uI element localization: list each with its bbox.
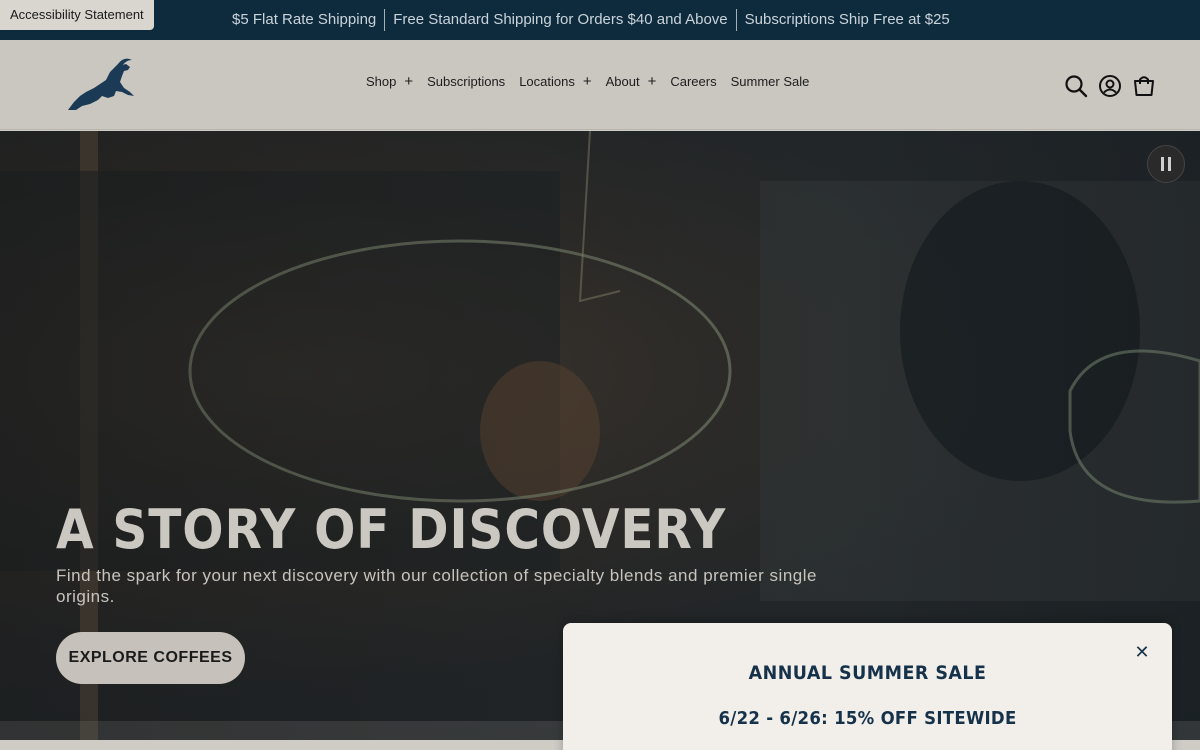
announcement-items: $5 Flat Rate Shipping Free Standard Ship… — [224, 9, 958, 31]
hero-subtitle: Find the spark for your next discovery w… — [56, 566, 817, 606]
announcement-item: Free Standard Shipping for Orders $40 an… — [393, 11, 728, 28]
site-header: Shop + Subscriptions Locations + About +… — [0, 40, 1200, 130]
plus-icon: + — [582, 73, 592, 90]
nav-locations[interactable]: Locations + — [519, 74, 591, 89]
nav-careers[interactable]: Careers — [670, 74, 716, 89]
nav-shop[interactable]: Shop + — [366, 74, 413, 89]
main-nav: Shop + Subscriptions Locations + About +… — [366, 74, 823, 89]
popup-subtitle: 6/22 - 6/26: 15% OFF SITEWIDE — [718, 708, 1017, 729]
header-actions — [1064, 74, 1156, 98]
cart-icon[interactable] — [1132, 74, 1156, 98]
nav-about-label: About — [605, 74, 640, 89]
accessibility-statement-link[interactable]: Accessibility Statement — [0, 0, 154, 30]
summer-sale-popup: ✕ ANNUAL SUMMER SALE 6/22 - 6/26: 15% OF… — [563, 623, 1172, 750]
hero-title: A STORY OF DISCOVERY — [56, 498, 727, 561]
nav-summer-sale[interactable]: Summer Sale — [731, 74, 810, 89]
search-icon[interactable] — [1064, 74, 1088, 98]
nav-locations-label: Locations — [519, 74, 575, 89]
announcement-bar: Accessibility Statement $5 Flat Rate Shi… — [0, 0, 1200, 40]
pause-button[interactable] — [1147, 145, 1185, 183]
nav-careers-label: Careers — [670, 74, 717, 89]
explore-coffees-button[interactable]: EXPLORE COFFEES — [56, 632, 245, 684]
nav-summer-sale-label: Summer Sale — [730, 74, 810, 89]
nav-subscriptions[interactable]: Subscriptions — [427, 74, 505, 89]
plus-icon: + — [647, 73, 657, 90]
account-icon[interactable] — [1098, 74, 1122, 98]
pause-icon — [1161, 157, 1164, 171]
leaping-goat-logo[interactable] — [64, 58, 134, 114]
announcement-divider — [735, 9, 737, 31]
nav-about[interactable]: About + — [606, 74, 657, 89]
plus-icon: + — [404, 73, 414, 90]
pause-icon — [1168, 157, 1171, 171]
announcement-divider — [384, 9, 386, 31]
close-icon[interactable]: ✕ — [1133, 643, 1151, 661]
nav-subscriptions-label: Subscriptions — [427, 74, 506, 89]
nav-shop-label: Shop — [366, 74, 397, 89]
announcement-item: $5 Flat Rate Shipping — [232, 11, 377, 28]
announcement-item: Subscriptions Ship Free at $25 — [744, 11, 950, 28]
popup-title: ANNUAL SUMMER SALE — [748, 662, 987, 684]
